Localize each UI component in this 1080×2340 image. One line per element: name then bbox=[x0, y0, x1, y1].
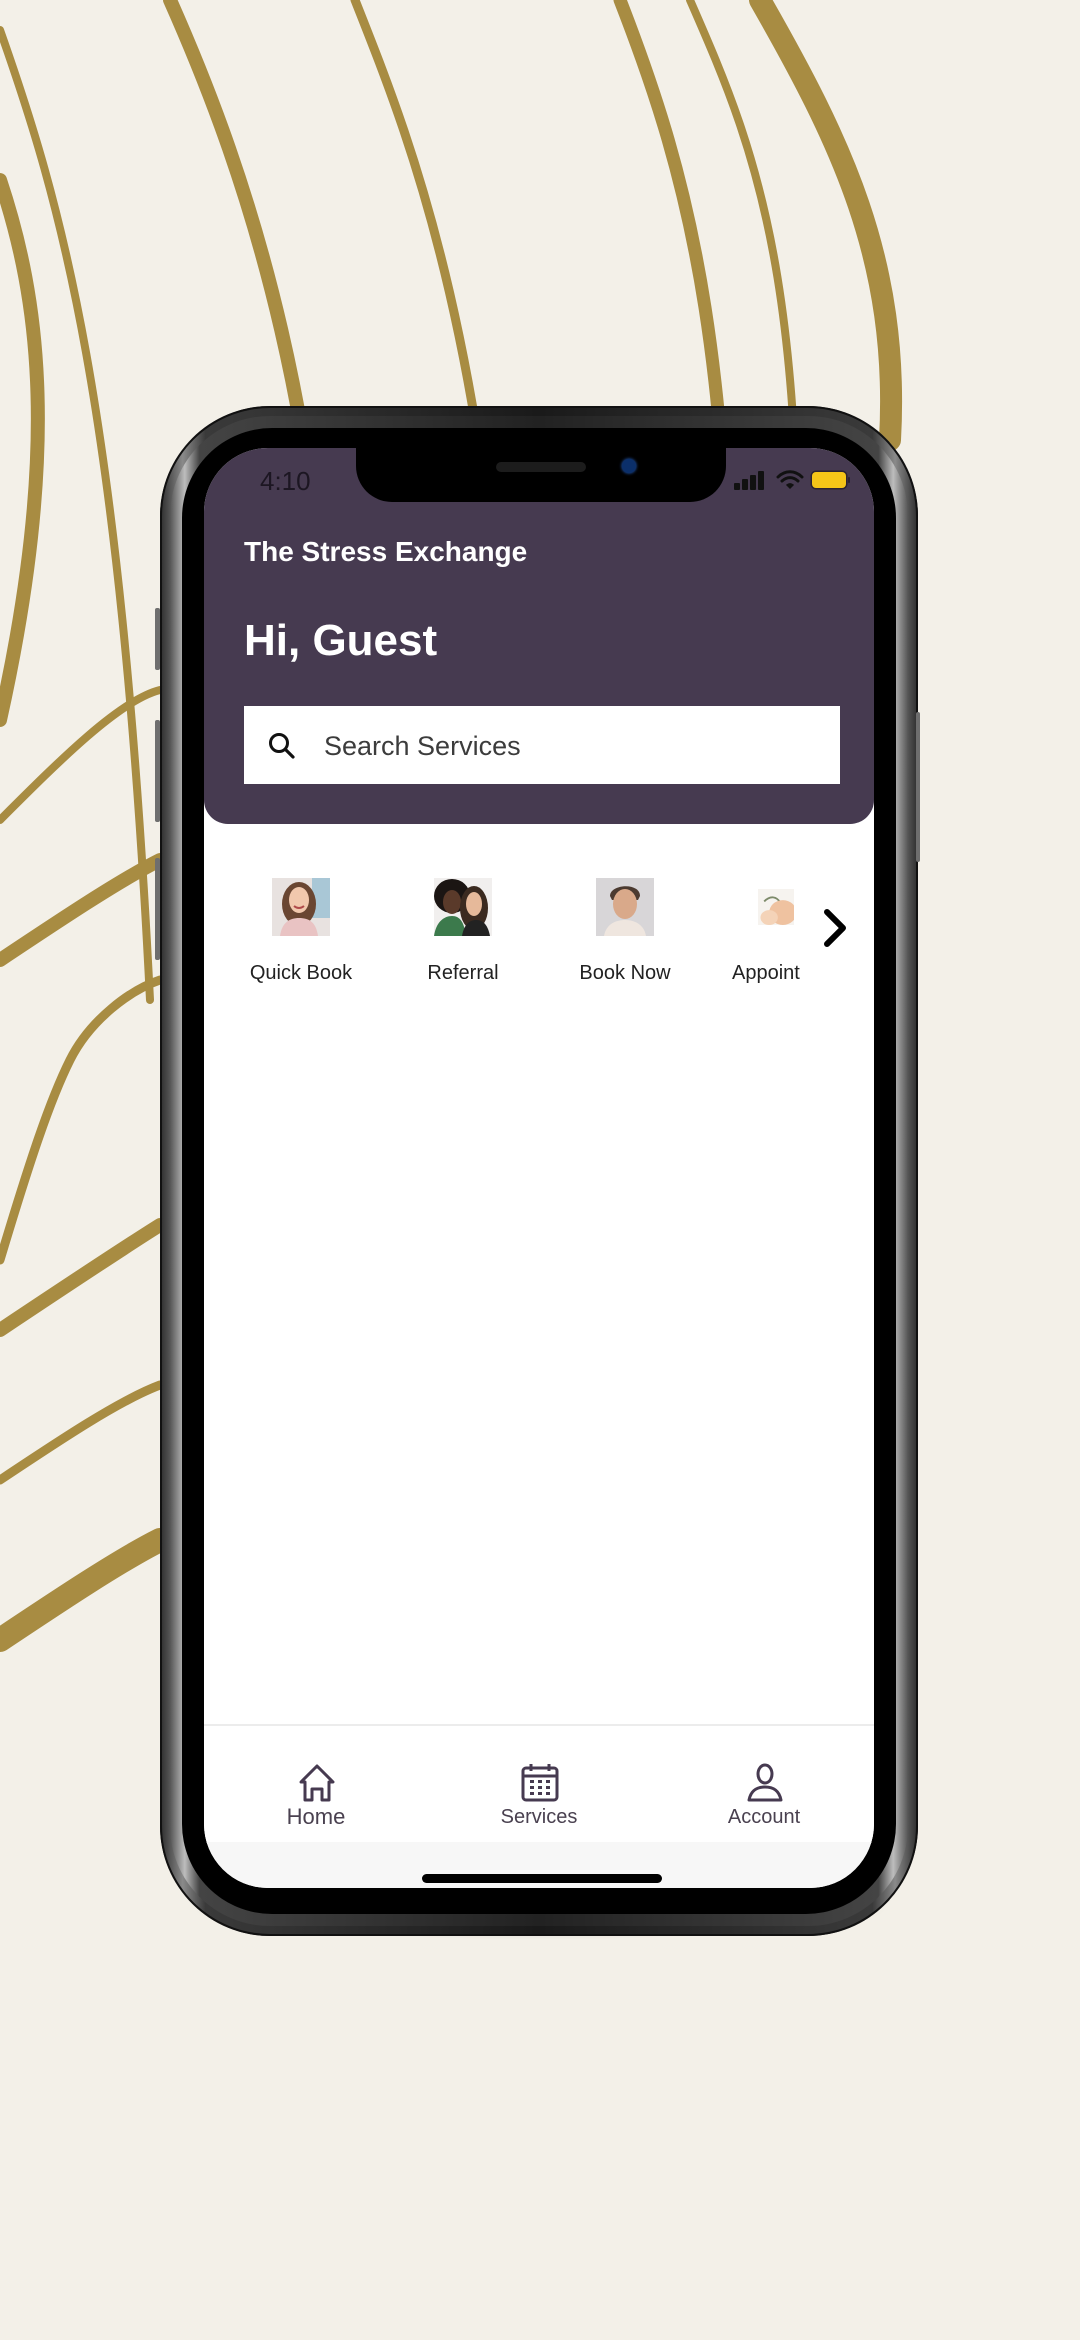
tab-home[interactable]: Home bbox=[236, 1726, 396, 1844]
search-input[interactable] bbox=[322, 706, 826, 786]
quick-action-label: Book Now bbox=[579, 962, 671, 984]
decor-line bbox=[0, 173, 45, 727]
decor-line bbox=[0, 975, 165, 1265]
decor-line bbox=[0, 1380, 165, 1485]
status-icons bbox=[734, 470, 854, 492]
two-women-photo bbox=[434, 878, 492, 936]
speaker-grille bbox=[496, 462, 586, 472]
home-icon bbox=[299, 1764, 335, 1802]
status-time: 4:10 bbox=[260, 466, 311, 496]
quick-action-referral[interactable]: Referral bbox=[398, 878, 528, 998]
cellular-signal-icon bbox=[734, 470, 768, 490]
decor-line bbox=[0, 1218, 167, 1337]
power-button bbox=[916, 712, 920, 862]
brand-title: The Stress Exchange bbox=[244, 536, 528, 567]
chevron-right-icon[interactable] bbox=[818, 906, 850, 950]
battery-tip bbox=[848, 477, 850, 483]
calendar-icon bbox=[521, 1764, 559, 1802]
app-header: 4:10 The Stress Exchange Hi, Guest bbox=[204, 448, 874, 824]
man-portrait-photo bbox=[596, 878, 654, 936]
quick-action-quick-book[interactable]: Quick Book bbox=[236, 878, 366, 998]
decor-line bbox=[0, 1528, 172, 1652]
mute-switch bbox=[155, 608, 160, 670]
app-screen: 4:10 The Stress Exchange Hi, Guest Searc… bbox=[204, 448, 874, 1888]
bottom-tab-bar: Home Services Account bbox=[204, 1724, 874, 1844]
woman-smiling-photo bbox=[272, 878, 330, 936]
decor-line bbox=[0, 26, 154, 1004]
decor-line bbox=[749, 0, 903, 451]
tab-services[interactable]: Services bbox=[459, 1726, 619, 1844]
tab-label: Account bbox=[727, 1806, 801, 1828]
notch bbox=[356, 448, 726, 502]
front-camera bbox=[622, 459, 636, 473]
quick-action-book-now[interactable]: Book Now bbox=[560, 878, 690, 998]
volume-down-button bbox=[155, 858, 160, 960]
spa-massage-photo bbox=[758, 889, 794, 925]
wifi-icon bbox=[776, 470, 804, 489]
tab-label: Services bbox=[500, 1806, 578, 1828]
quick-action-label: Appoint bbox=[732, 962, 800, 984]
tab-label: Home bbox=[286, 1804, 346, 1829]
tab-account[interactable]: Account bbox=[684, 1726, 844, 1844]
quick-action-label: Quick Book bbox=[249, 962, 353, 984]
quick-actions-row: Quick Book Referral Book Now Appoint bbox=[204, 878, 874, 998]
quick-action-label: Referral bbox=[427, 962, 499, 984]
user-icon bbox=[747, 1763, 783, 1802]
home-indicator[interactable] bbox=[422, 1874, 662, 1883]
search-bar[interactable] bbox=[244, 706, 840, 786]
search-icon bbox=[269, 733, 295, 759]
volume-up-button bbox=[155, 720, 160, 822]
greeting-heading: Hi, Guest bbox=[244, 616, 438, 665]
decor-line bbox=[0, 853, 167, 967]
quick-action-appointments[interactable]: Appoint bbox=[722, 878, 830, 998]
battery-icon bbox=[812, 472, 846, 488]
